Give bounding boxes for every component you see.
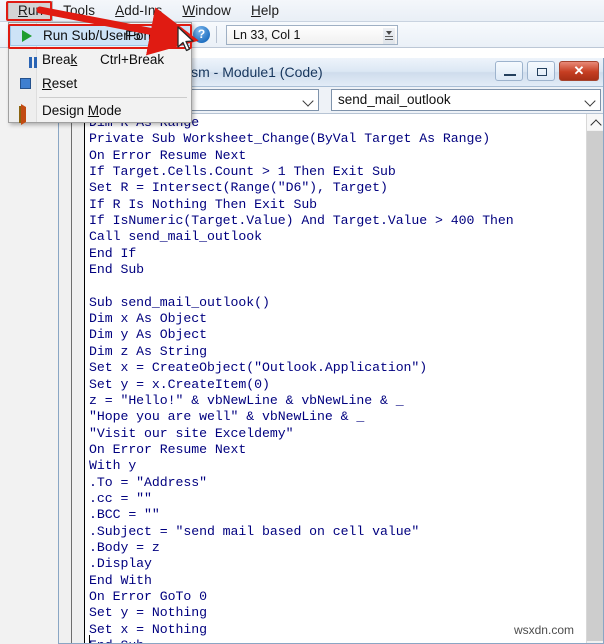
code-margin-indicator-bar[interactable] [59, 114, 85, 643]
chevron-down-icon [304, 97, 313, 106]
minimize-button[interactable] [495, 61, 523, 81]
menu-label: Tools [63, 2, 96, 18]
toolbar-overflow-grip[interactable] [383, 28, 395, 44]
menu-item-reset[interactable]: Reset [10, 73, 192, 94]
chevron-down-icon [586, 97, 595, 106]
maximize-button[interactable] [527, 61, 555, 81]
menu-add-ins[interactable]: Add-Ins [105, 1, 172, 21]
code-line: Set R = Intersect(Range("D6"), Target) [89, 180, 388, 196]
menu-tools[interactable]: Tools [53, 1, 105, 21]
code-window: xlsm - Module1 (Code) ✕ send_mail_outloo… [47, 58, 604, 644]
code-line: Dim y As Object [89, 327, 207, 343]
menu-item-label: Run Sub/UserForm [43, 28, 160, 43]
code-line: End Sub [89, 638, 514, 643]
menu-bar: Run Tools Add-Ins Window Help [0, 0, 604, 22]
project-explorer-background [0, 48, 58, 644]
code-line: Dim z As String [89, 343, 207, 359]
code-line: Call send_mail_outlook [89, 229, 263, 245]
scrollbar-thumb[interactable] [587, 131, 603, 641]
code-line: On Error Resume Next [89, 147, 247, 163]
menu-help[interactable]: Help [241, 1, 289, 21]
window-controls: ✕ [495, 61, 599, 81]
code-line: .Body = z [89, 539, 160, 555]
code-line: z = "Hello!" & vbNewLine & vbNewLine & _ [89, 392, 404, 408]
menu-item-run-sub-userform[interactable]: Run Sub/UserForm F5 [10, 25, 192, 46]
run-menu-dropdown: Run Sub/UserForm F5 Break Ctrl+Break Res… [8, 22, 192, 125]
procedure-dropdown-value: send_mail_outlook [338, 92, 451, 107]
code-line: .cc = "" [89, 490, 152, 506]
code-line: Set x = Nothing [89, 621, 207, 637]
design-mode-icon [19, 104, 33, 125]
code-line: .Subject = "send mail based on cell valu… [89, 523, 420, 539]
code-line: Private Sub Worksheet_Change(ByVal Targe… [89, 131, 491, 147]
code-line: Set y = x.CreateItem(0) [89, 376, 270, 392]
position-indicator-text: Ln 33, Col 1 [233, 28, 301, 42]
stop-icon [20, 78, 31, 89]
code-window-title: xlsm - Module1 (Code) [181, 64, 323, 80]
close-icon: ✕ [573, 63, 585, 78]
menu-item-break[interactable]: Break Ctrl+Break [10, 49, 192, 70]
menu-item-shortcut: Ctrl+Break [100, 52, 165, 67]
menu-label: Run [18, 2, 44, 18]
code-line: If R Is Nothing Then Exit Sub [89, 196, 318, 212]
minimize-icon [504, 74, 516, 76]
help-icon[interactable]: ? [193, 26, 210, 43]
close-button[interactable]: ✕ [559, 61, 599, 81]
menu-item-label: Break [42, 52, 78, 67]
code-line: "Visit our site Exceldemy" [89, 425, 294, 441]
code-line: Set x = CreateObject("Outlook.Applicatio… [89, 360, 428, 376]
code-line: .Display [89, 556, 152, 572]
margin-divider [71, 114, 72, 643]
code-line: With y [89, 458, 137, 474]
code-editor-pane[interactable]: Dim R As RangePrivate Sub Worksheet_Chan… [59, 114, 603, 643]
code-line: "Hope you are well" & vbNewLine & _ [89, 409, 365, 425]
menu-label: Add-Ins [115, 2, 163, 18]
code-line: If Target.Cells.Count > 1 Then Exit Sub [89, 164, 396, 180]
menu-run[interactable]: Run [8, 0, 54, 21]
procedure-dropdown[interactable]: send_mail_outlook [331, 89, 601, 111]
scroll-up-button[interactable] [587, 114, 603, 130]
code-line: Set y = Nothing [89, 605, 207, 621]
menu-item-shortcut: F5 [125, 28, 141, 43]
vbe-window: ? Ln 33, Col 1 xlsm - Module1 (Code) ✕ s… [0, 0, 604, 644]
code-line: Sub send_mail_outlook() [89, 294, 270, 310]
menu-window[interactable]: Window [172, 1, 241, 21]
code-line: If IsNumeric(Target.Value) And Target.Va… [89, 213, 514, 229]
menu-divider [39, 97, 187, 98]
position-indicator: Ln 33, Col 1 [226, 25, 398, 45]
code-line: On Error GoTo 0 [89, 588, 207, 604]
code-line: Dim x As Object [89, 311, 207, 327]
pause-icon [19, 53, 37, 68]
code-line: End Sub [89, 262, 145, 278]
code-line: .BCC = "" [89, 507, 160, 523]
play-icon [22, 30, 32, 42]
toolbar-separator [216, 26, 217, 43]
code-line: .To = "Address" [89, 474, 207, 490]
code-line: End If [89, 245, 137, 261]
menu-item-label: Design Mode [42, 103, 122, 118]
menu-item-design-mode[interactable]: Design Mode [10, 100, 192, 125]
maximize-icon [537, 68, 547, 76]
code-vertical-scrollbar[interactable] [586, 114, 603, 643]
menu-label: Window [182, 2, 231, 18]
code-text: Dim R As RangePrivate Sub Worksheet_Chan… [89, 115, 514, 643]
code-line: On Error Resume Next [89, 441, 247, 457]
watermark: wsxdn.com [513, 623, 574, 637]
chevron-down-icon [386, 31, 392, 35]
text-caret [89, 635, 90, 643]
menu-item-label: Reset [42, 76, 78, 91]
project-explorer-panel[interactable] [0, 48, 58, 644]
menu-label: Help [250, 2, 280, 18]
code-line: End With [89, 572, 152, 588]
